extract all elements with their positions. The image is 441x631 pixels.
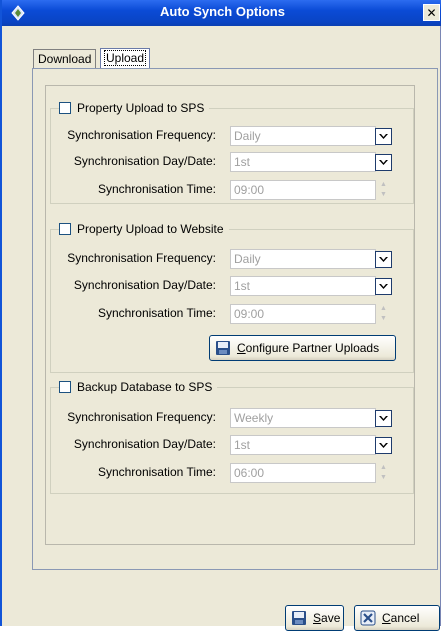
property-upload-sps-header: Property Upload to SPS <box>59 100 210 116</box>
tab-download[interactable]: Download <box>33 49 97 69</box>
time-input[interactable]: 09:00 <box>230 180 376 200</box>
time-spinner[interactable]: ▲ ▼ <box>375 463 392 483</box>
frequency-select[interactable]: Weekly <box>230 408 376 428</box>
cancel-label: Cancel <box>382 611 420 625</box>
chevron-down-icon[interactable] <box>375 154 392 171</box>
day-date-select[interactable]: 1st <box>230 435 376 455</box>
configure-partner-uploads-button[interactable]: Configure Partner Uploads <box>209 335 396 361</box>
tab-upload[interactable]: Upload <box>100 48 151 69</box>
frequency-label: Synchronisation Frequency: <box>67 410 216 424</box>
auto-synch-window: Auto Synch Options ✕ Download Upload Pro… <box>0 0 441 631</box>
property-upload-sps-label: Property Upload to SPS <box>77 101 205 115</box>
floppy-disk-icon <box>292 611 306 625</box>
property-upload-sps-checkbox[interactable] <box>59 102 71 114</box>
time-label: Synchronisation Time: <box>97 306 216 320</box>
spin-up-icon[interactable]: ▲ <box>375 180 392 190</box>
property-upload-website-label: Property Upload to Website <box>77 222 224 236</box>
frequency-select[interactable]: Daily <box>230 126 376 146</box>
chevron-down-icon[interactable] <box>375 278 392 295</box>
day-date-select[interactable]: 1st <box>230 152 376 172</box>
window-title: Auto Synch Options <box>160 4 285 19</box>
frequency-label: Synchronisation Frequency: <box>67 128 216 142</box>
configure-partner-uploads-label: Configure Partner Uploads <box>237 341 380 355</box>
title-bar[interactable]: Auto Synch Options ✕ <box>2 0 441 26</box>
tab-download-label: Download <box>38 52 92 66</box>
tab-upload-label: Upload <box>104 50 147 66</box>
day-date-label: Synchronisation Day/Date: <box>73 278 216 292</box>
save-button[interactable]: Save <box>285 605 344 631</box>
time-input[interactable]: 09:00 <box>230 304 376 324</box>
close-button[interactable]: ✕ <box>423 4 440 21</box>
spin-down-icon[interactable]: ▼ <box>375 190 392 200</box>
backup-database-sps-header: Backup Database to SPS <box>59 379 218 395</box>
property-upload-website-checkbox[interactable] <box>59 223 71 235</box>
spin-up-icon[interactable]: ▲ <box>375 463 392 473</box>
frequency-label: Synchronisation Frequency: <box>67 251 216 265</box>
save-label: Save <box>313 611 341 625</box>
spin-up-icon[interactable]: ▲ <box>375 304 392 314</box>
time-label: Synchronisation Time: <box>97 465 216 479</box>
time-spinner[interactable]: ▲ ▼ <box>375 180 392 200</box>
day-date-select[interactable]: 1st <box>230 276 376 296</box>
day-date-label: Synchronisation Day/Date: <box>73 154 216 168</box>
backup-database-sps-label: Backup Database to SPS <box>77 380 213 394</box>
property-upload-website-header: Property Upload to Website <box>59 221 229 237</box>
spin-down-icon[interactable]: ▼ <box>375 314 392 324</box>
frequency-select[interactable]: Daily <box>230 249 376 269</box>
cancel-button[interactable]: Cancel <box>354 605 440 631</box>
chevron-down-icon[interactable] <box>375 251 392 268</box>
floppy-disk-icon <box>216 341 230 355</box>
chevron-down-icon[interactable] <box>375 410 392 427</box>
backup-database-sps-checkbox[interactable] <box>59 381 71 393</box>
time-input[interactable]: 06:00 <box>230 463 376 483</box>
time-spinner[interactable]: ▲ ▼ <box>375 304 392 324</box>
cancel-icon <box>360 610 376 626</box>
spin-down-icon[interactable]: ▼ <box>375 473 392 483</box>
chevron-down-icon[interactable] <box>375 128 392 145</box>
chevron-down-icon[interactable] <box>375 437 392 454</box>
time-label: Synchronisation Time: <box>97 182 216 196</box>
day-date-label: Synchronisation Day/Date: <box>73 437 216 451</box>
